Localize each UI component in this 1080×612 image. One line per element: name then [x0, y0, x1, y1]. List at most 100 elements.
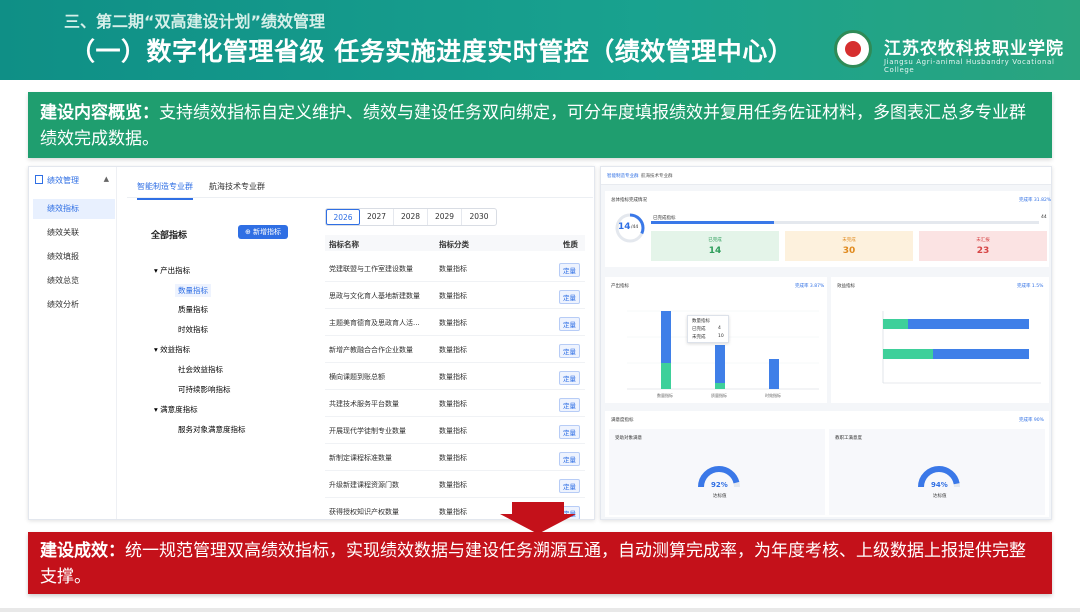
overall-completion-card: 总体指标完成情况 完成率 31.82% 14 /44 已完成指标 44 已完成 …: [605, 191, 1051, 267]
quantitative-tag: 定量: [559, 479, 580, 493]
quantitative-tag: 定量: [559, 452, 580, 466]
overview-card-title: 总体指标完成情况: [611, 198, 647, 203]
section-subtitle: 三、第二期“双高建设计划”绩效管理: [64, 12, 326, 31]
row-name: 新增产教融合合作企业数量: [329, 346, 413, 354]
row-name: 新制定课程标准数量: [329, 454, 392, 462]
gauge-sub: 达标值: [713, 494, 727, 499]
stat-value: 14: [708, 246, 722, 256]
bar-social-done: [883, 319, 908, 329]
result-label: 建设成效：: [40, 541, 125, 561]
table-row[interactable]: 思政与文化育人基地新建数量 数量指标 定量: [325, 282, 585, 309]
row-name: 开展现代学徒制专业数量: [329, 427, 406, 435]
year-2030[interactable]: 2030: [462, 209, 496, 225]
row-category: 数量指标: [439, 373, 467, 381]
college-logo-icon: [834, 30, 872, 68]
row-name: 升级新建课程资源门数: [329, 481, 399, 489]
table-row[interactable]: 共建技术服务平台数量 数量指标 定量: [325, 390, 585, 417]
overview-label: 建设内容概览：: [40, 103, 159, 123]
table-row[interactable]: 新增产教融合合作企业数量 数量指标 定量: [325, 336, 585, 363]
stat-unreported: 未汇报 23: [919, 231, 1047, 261]
tooltip-done-value: 4: [718, 326, 721, 331]
tree-node-benefit[interactable]: ▾ 效益指标: [154, 344, 190, 355]
tooltip-title: 数量指标: [692, 319, 710, 324]
tree-node-label: 满意度指标: [160, 405, 198, 414]
output-chart-title: 产出指标: [611, 284, 629, 289]
tab-navigation-technology[interactable]: 航海技术专业群: [209, 181, 265, 192]
college-name-en: Jiangsu Agri-animal Husbandry Vocational…: [884, 58, 1055, 74]
tree-node-sustainable[interactable]: 可持续影响指标: [178, 384, 231, 395]
down-arrow-icon: [500, 502, 576, 534]
performance-dashboard-screenshot: 智能制造专业群 航海技术专业群 总体指标完成情况 完成率 31.82% 14 /…: [600, 166, 1052, 520]
satisfaction-completion-link[interactable]: 完成率 90%: [1019, 417, 1044, 423]
tab-intelligent-manufacturing[interactable]: 智能制造专业群: [607, 173, 639, 179]
completion-link[interactable]: 完成率 31.82%: [1019, 197, 1051, 203]
tree-node-quantity[interactable]: 数量指标: [175, 284, 211, 297]
bar-sustainable-undone: [933, 349, 1029, 359]
satisfaction-indicator-card: 满意度指标 完成率 90% 受助对象满意 92% 达标值 教职工满意度 94% …: [605, 411, 1049, 517]
stat-completed: 已完成 14: [651, 231, 779, 261]
tree-node-label: 效益指标: [160, 345, 191, 354]
stat-value: 23: [976, 246, 990, 256]
gauge-title: 受助对象满意: [615, 436, 642, 441]
table-row[interactable]: 党建联盟与工作室建设数量 数量指标 定量: [325, 255, 585, 282]
quantitative-tag: 定量: [559, 317, 580, 331]
add-indicator-button[interactable]: ⊕ 新增指标: [238, 225, 288, 239]
tree-node-service-satisfaction[interactable]: 服务对象满意度指标: [178, 424, 246, 435]
year-2027[interactable]: 2027: [360, 209, 394, 225]
tab-navigation-technology[interactable]: 航海技术专业群: [641, 173, 673, 179]
sidebar: 绩效管理 ▲ 绩效指标 绩效关联 绩效填报 绩效总览 绩效分析: [29, 167, 117, 519]
year-2028[interactable]: 2028: [394, 209, 428, 225]
center-total: /44: [631, 225, 639, 230]
table-row[interactable]: 升级新建课程资源门数 数量指标 定量: [325, 471, 585, 498]
table-row[interactable]: 横向课题到账总额 数量指标 定量: [325, 363, 585, 390]
table-header: 指标名称 指标分类 性质: [325, 235, 585, 251]
slide: 三、第二期“双高建设计划”绩效管理 （一）数字化管理省级 任务实施进度实时管控（…: [0, 0, 1080, 612]
row-category: 数量指标: [439, 454, 467, 462]
result-band: 建设成效：统一规范管理双高绩效指标，实现绩效数据与建设任务溯源互通，自动测算完成…: [28, 532, 1052, 594]
sidebar-group-performance[interactable]: 绩效管理 ▲: [35, 175, 113, 193]
footer-divider: [0, 608, 1080, 612]
tree-node-satisfaction[interactable]: ▾ 满意度指标: [154, 404, 198, 415]
stat-incomplete: 未完成 30: [785, 231, 913, 261]
output-completion-link[interactable]: 完成率 3.87%: [795, 283, 824, 289]
year-2026[interactable]: 2026: [326, 209, 360, 225]
progress-fill: [651, 221, 775, 224]
sidebar-item-association[interactable]: 绩效关联: [33, 223, 115, 243]
sidebar-item-overview[interactable]: 绩效总览: [33, 271, 115, 291]
col-name-header: 指标名称: [329, 240, 359, 249]
table-row[interactable]: 新制定课程标准数量 数量指标 定量: [325, 444, 585, 471]
sidebar-item-analysis[interactable]: 绩效分析: [33, 295, 115, 315]
chevron-up-icon: ▲: [103, 175, 109, 183]
gauge-title: 教职工满意度: [835, 436, 862, 441]
table-row[interactable]: 开展现代学徒制专业数量 数量指标 定量: [325, 417, 585, 444]
bar-timeliness-undone: [769, 359, 779, 389]
year-2029[interactable]: 2029: [428, 209, 462, 225]
row-name: 获得授权知识产权数量: [329, 508, 399, 516]
benefit-indicator-chart: 效益指标 完成率 1.5%: [831, 277, 1049, 403]
sidebar-item-fill[interactable]: 绩效填报: [33, 247, 115, 267]
quantitative-tag: 定量: [559, 344, 580, 358]
table-row[interactable]: 主题美育德育及思政育人活... 数量指标 定量: [325, 309, 585, 336]
gauge-card-beneficiary: 受助对象满意 92% 达标值: [609, 429, 825, 515]
overview-band: 建设内容概览：支持绩效指标自定义维护、绩效与建设任务双向绑定，可分年度填报绩效并…: [28, 92, 1052, 158]
benefit-bar-chart: [882, 311, 1041, 384]
satisfaction-title: 满意度指标: [611, 418, 634, 423]
quantitative-tag: 定量: [559, 263, 580, 277]
row-name: 主题美育德育及思政育人活...: [329, 319, 420, 327]
col-nature-header: 性质: [563, 240, 578, 249]
tree-node-timeliness[interactable]: 时效指标: [178, 324, 208, 335]
sidebar-item-indicators[interactable]: 绩效指标: [33, 199, 115, 219]
row-name: 思政与文化育人基地新建数量: [329, 292, 420, 300]
tree-node-social-benefit[interactable]: 社会效益指标: [178, 364, 223, 375]
benefit-chart-title: 效益指标: [837, 284, 855, 289]
row-category: 数量指标: [439, 400, 467, 408]
tree-node-output[interactable]: ▾ 产出指标: [154, 265, 190, 276]
center-value: 14: [618, 222, 631, 232]
tree-node-quality[interactable]: 质量指标: [178, 304, 208, 315]
document-icon: [35, 175, 43, 184]
row-category: 数量指标: [439, 346, 467, 354]
quantitative-tag: 定量: [559, 398, 580, 412]
benefit-completion-link[interactable]: 完成率 1.5%: [1017, 283, 1043, 289]
indicator-management-screenshot: 绩效管理 ▲ 绩效指标 绩效关联 绩效填报 绩效总览 绩效分析 智能制造专业群 …: [28, 166, 595, 520]
row-category: 数量指标: [439, 427, 467, 435]
